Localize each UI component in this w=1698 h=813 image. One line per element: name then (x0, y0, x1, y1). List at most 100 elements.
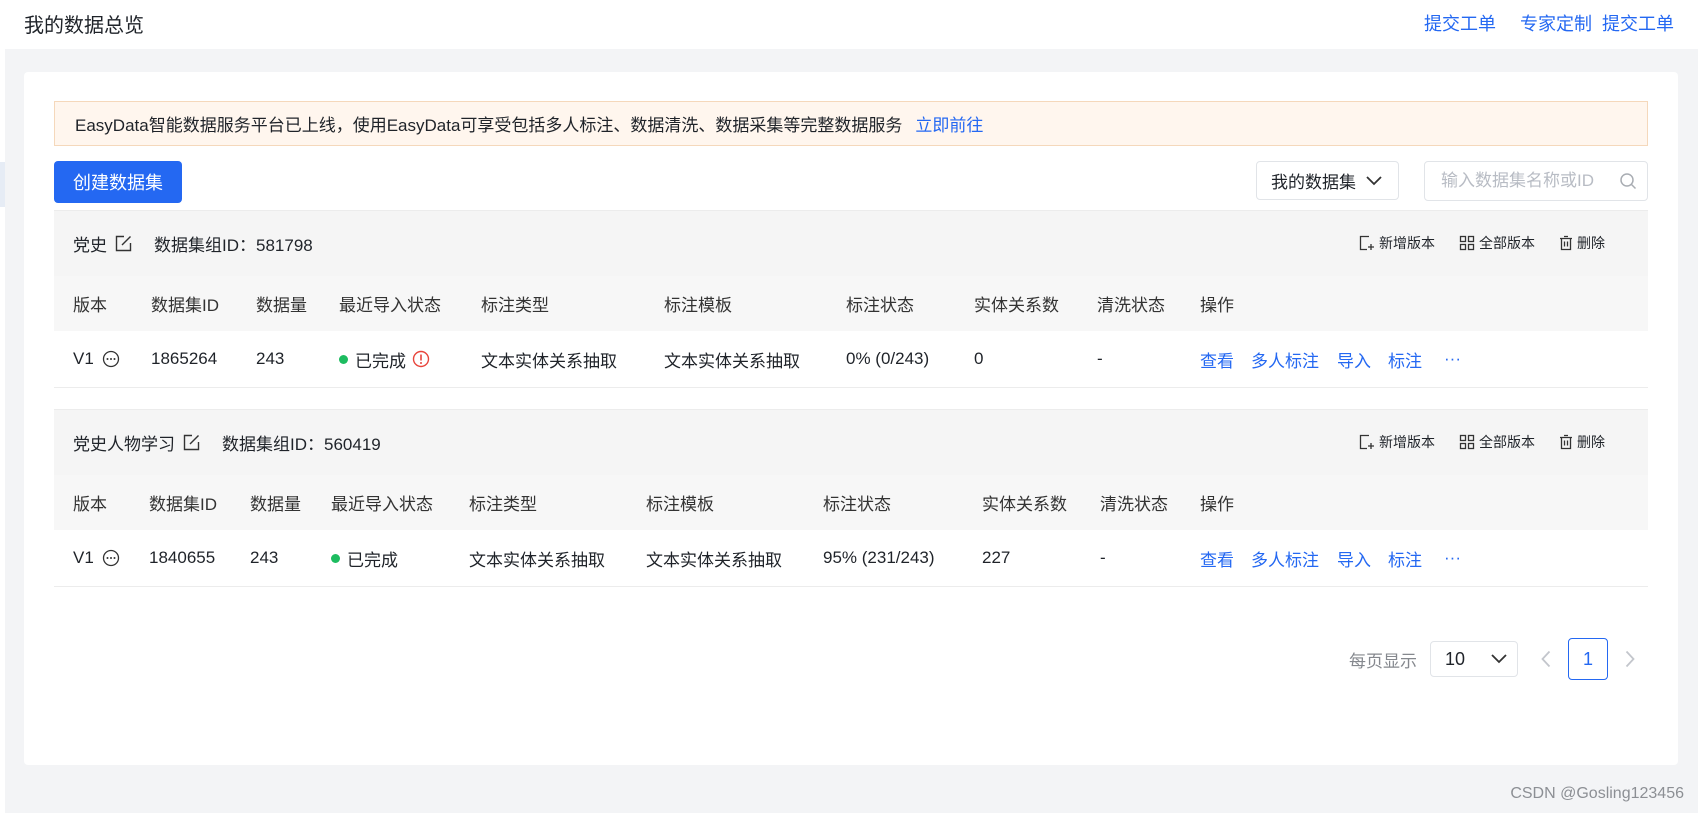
group-actions: 新增版本 全部版本 删除 (1359, 432, 1605, 452)
import-status-cell: 已完成 (331, 530, 398, 586)
add-version-button[interactable]: 新增版本 (1359, 432, 1435, 452)
expert-custom-link[interactable]: 专家定制 (1520, 10, 1592, 36)
dataset-filter-select[interactable]: 我的数据集 (1256, 161, 1399, 200)
table-header: 版本 数据集ID 数据量 最近导入状态 标注类型 标注模板 标注状态 实体关系数… (54, 276, 1648, 331)
col-count: 数据量 (250, 495, 301, 514)
all-versions-button[interactable]: 全部版本 (1459, 432, 1535, 452)
dataset-group: 党史 数据集组ID：581798 新增版本 全部版本 删除 版本 数据集ID 数… (54, 210, 1648, 388)
group-id: 数据集组ID：581798 (154, 236, 313, 255)
delete-label: 删除 (1577, 434, 1605, 450)
notice-banner: EasyData智能数据服务平台已上线，使用EasyData可享受包括多人标注、… (54, 101, 1648, 146)
col-import-status: 最近导入状态 (331, 495, 433, 514)
edit-icon[interactable] (183, 434, 200, 451)
col-version: 版本 (73, 495, 107, 514)
edit-icon[interactable] (115, 235, 132, 252)
group-name-text: 党史人物学习 (73, 435, 175, 454)
col-count: 数据量 (256, 296, 307, 315)
label-type-cell: 文本实体关系抽取 (469, 550, 605, 570)
more-circle-icon[interactable] (102, 549, 120, 567)
import-link[interactable]: 导入 (1337, 331, 1371, 387)
group-name: 党史 (73, 231, 132, 256)
more-ops-link[interactable]: ··· (1444, 530, 1461, 586)
search-box[interactable] (1424, 161, 1648, 201)
group-actions: 新增版本 全部版本 删除 (1359, 233, 1605, 253)
col-relation-count: 实体关系数 (982, 495, 1067, 514)
col-label-status: 标注状态 (846, 296, 914, 315)
status-dot (331, 553, 340, 563)
version-cell: V1 (73, 530, 120, 586)
group-name-text: 党史 (73, 236, 107, 255)
label-template-cell: 文本实体关系抽取 (646, 550, 782, 570)
col-import-status: 最近导入状态 (339, 296, 441, 315)
page-button-current[interactable]: 1 (1568, 638, 1608, 680)
dataset-card: EasyData智能数据服务平台已上线，使用EasyData可享受包括多人标注、… (24, 72, 1678, 765)
relation-count-cell: 0 (974, 349, 984, 368)
watermark: CSDN @Gosling123456 (1510, 785, 1684, 802)
multi-label-link[interactable]: 多人标注 (1251, 331, 1319, 387)
warning-circle-icon[interactable] (412, 350, 430, 368)
view-link[interactable]: 查看 (1200, 331, 1234, 387)
top-links: 提交工单 专家定制 提交工单 (1424, 10, 1674, 36)
add-version-label: 新增版本 (1379, 434, 1435, 450)
import-link[interactable]: 导入 (1337, 530, 1371, 586)
add-version-button[interactable]: 新增版本 (1359, 233, 1435, 253)
table-header: 版本 数据集ID 数据量 最近导入状态 标注类型 标注模板 标注状态 实体关系数… (54, 475, 1648, 530)
col-label-template: 标注模板 (646, 495, 714, 514)
count-cell: 243 (250, 548, 279, 567)
label-status-cell: 0% (0/243) (846, 349, 930, 368)
group-name: 党史人物学习 (73, 430, 200, 455)
trash-icon (1560, 434, 1572, 450)
prev-page-button[interactable] (1528, 641, 1564, 677)
delete-group-button[interactable]: 删除 (1559, 432, 1605, 452)
grid-icon (1459, 434, 1475, 450)
create-dataset-button[interactable]: 创建数据集 (54, 161, 182, 203)
version-text: V1 (73, 548, 94, 567)
page-title: 我的数据总览 (24, 15, 144, 37)
left-nav-active-marker (0, 162, 5, 207)
view-link[interactable]: 查看 (1200, 530, 1234, 586)
more-circle-icon[interactable] (102, 350, 120, 368)
submit-ticket-link[interactable]: 提交工单 (1424, 10, 1496, 36)
add-version-icon (1359, 434, 1374, 450)
delete-label: 删除 (1577, 235, 1605, 251)
col-label-type: 标注类型 (481, 296, 549, 315)
search-icon[interactable] (1619, 172, 1637, 190)
group-header: 党史人物学习 数据集组ID：560419 新增版本 全部版本 删除 (54, 409, 1648, 475)
relation-count-cell: 227 (982, 548, 1011, 567)
label-status-cell: 95% (231/243) (823, 548, 935, 567)
status-dot (339, 354, 348, 364)
import-status-cell: 已完成 (339, 331, 430, 387)
col-label-type: 标注类型 (469, 495, 537, 514)
chevron-right-icon (1625, 650, 1635, 668)
dataset-id-cell: 1865264 (151, 349, 218, 368)
col-operations: 操作 (1200, 495, 1234, 514)
dataset-filter-value: 我的数据集 (1271, 173, 1356, 192)
page-size-select[interactable]: 10 (1430, 641, 1518, 677)
add-version-icon (1359, 235, 1374, 251)
clean-status-cell: - (1097, 349, 1103, 368)
page-size-label: 每页显示 (1349, 651, 1417, 671)
table-row: V1 1840655 243 已完成 文本实体关系抽取 文本实体关系抽取 95%… (54, 530, 1648, 587)
top-bar: 我的数据总览 提交工单 专家定制 提交工单 (5, 0, 1698, 49)
pagination: 每页显示 10 1 (1349, 638, 1648, 680)
page-size-value: 10 (1445, 648, 1466, 669)
group-header: 党史 数据集组ID：581798 新增版本 全部版本 删除 (54, 210, 1648, 276)
label-link[interactable]: 标注 (1388, 331, 1422, 387)
multi-label-link[interactable]: 多人标注 (1251, 530, 1319, 586)
submit-ticket-link-2[interactable]: 提交工单 (1602, 10, 1674, 36)
table-row: V1 1865264 243 已完成 文本实体关系抽取 文本实体关系抽取 0% … (54, 331, 1648, 388)
next-page-button[interactable] (1612, 641, 1648, 677)
all-versions-button[interactable]: 全部版本 (1459, 233, 1535, 253)
all-versions-label: 全部版本 (1479, 235, 1535, 251)
import-status-text: 已完成 (347, 550, 398, 570)
label-link[interactable]: 标注 (1388, 530, 1422, 586)
dataset-id-cell: 1840655 (149, 548, 216, 567)
col-clean-status: 清洗状态 (1100, 495, 1168, 514)
more-ops-link[interactable]: ··· (1444, 331, 1461, 387)
col-version: 版本 (73, 296, 107, 315)
notice-go-link[interactable]: 立即前往 (915, 111, 983, 136)
chevron-left-icon (1541, 650, 1551, 668)
delete-group-button[interactable]: 删除 (1559, 233, 1605, 253)
search-input[interactable] (1439, 170, 1619, 192)
label-type-cell: 文本实体关系抽取 (481, 351, 617, 371)
